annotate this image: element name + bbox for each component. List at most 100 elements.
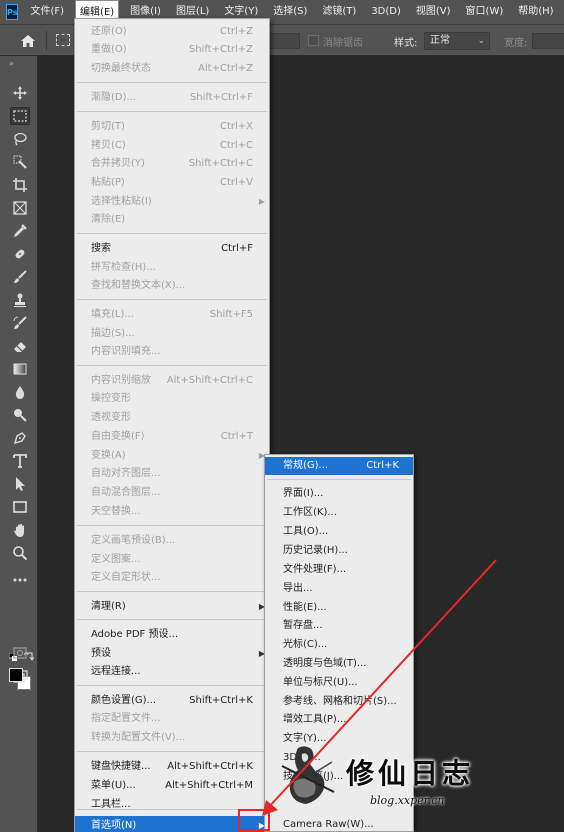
edit-menu-item-34[interactable]: 键盘快捷键... Alt+Shift+Ctrl+K bbox=[75, 758, 269, 775]
edit-menu-item-2[interactable]: 切换最终状态 Alt+Ctrl+Z bbox=[75, 60, 269, 77]
brush-tool-icon[interactable] bbox=[10, 268, 30, 286]
preferences-item-9[interactable]: 光标(C)... bbox=[265, 636, 413, 654]
preferences-item-6[interactable]: 导出... bbox=[265, 580, 413, 598]
width-input[interactable] bbox=[532, 33, 564, 49]
edit-menu-item-15[interactable]: 内容识别填充... bbox=[75, 343, 269, 360]
menu-item-5[interactable]: 选择(S) bbox=[269, 0, 311, 24]
edit-menu-item-24[interactable]: 定义画笔预设(B)... bbox=[75, 532, 269, 549]
edit-menu-item-27[interactable]: 清理(R) ▶ bbox=[75, 598, 269, 615]
preferences-item-4[interactable]: 历史记录(H)... bbox=[265, 542, 413, 560]
antialias-checkbox[interactable] bbox=[308, 35, 319, 46]
edit-menu-item-20[interactable]: 变换(A) ▶ bbox=[75, 447, 269, 464]
zoom-tool-icon[interactable] bbox=[10, 544, 30, 562]
edit-menu-item-14[interactable]: 描边(S)... bbox=[75, 325, 269, 342]
edit-menu-item-22[interactable]: 自动混合图层... bbox=[75, 484, 269, 501]
style-select[interactable]: 正常 ⌄ bbox=[424, 32, 490, 50]
edit-menu-item-25[interactable]: 定义图案... bbox=[75, 551, 269, 568]
edit-menu-item-19[interactable]: 自由变换(F) Ctrl+T bbox=[75, 428, 269, 445]
menu-separator bbox=[77, 685, 267, 686]
pen-tool-icon[interactable] bbox=[10, 429, 30, 447]
edit-menu-item-10[interactable]: 搜索 Ctrl+F bbox=[75, 240, 269, 257]
preferences-item-label: 透明度与色域(T)... bbox=[283, 658, 367, 669]
edit-menu-item-16[interactable]: 内容识别缩放 Alt+Shift+Ctrl+C bbox=[75, 372, 269, 389]
menu-item-9[interactable]: 窗口(W) bbox=[462, 0, 508, 24]
edit-menu-item-4[interactable]: 剪切(T) Ctrl+X bbox=[75, 118, 269, 135]
edit-menu-item-5[interactable]: 拷贝(C) Ctrl+C bbox=[75, 137, 269, 154]
preferences-item-18[interactable]: Camera Raw(W)... bbox=[265, 816, 413, 832]
menu-separator bbox=[77, 525, 267, 526]
dodge-tool-icon[interactable] bbox=[10, 406, 30, 424]
quick-mask-icon[interactable] bbox=[10, 644, 30, 662]
edit-menu-item-0[interactable]: 还原(O) Ctrl+Z bbox=[75, 23, 269, 40]
preferences-item-13[interactable]: 增效工具(P)... bbox=[265, 711, 413, 729]
menu-item-7[interactable]: 3D(D) bbox=[367, 0, 405, 24]
menu-item-0[interactable]: 文件(F) bbox=[26, 0, 68, 24]
edit-menu-item-31[interactable]: 颜色设置(G)... Shift+Ctrl+K bbox=[75, 692, 269, 709]
preferences-item-5[interactable]: 文件处理(F)... bbox=[265, 561, 413, 579]
edit-menu-item-9[interactable]: 清除(E) bbox=[75, 211, 269, 228]
home-icon[interactable] bbox=[20, 34, 36, 48]
eraser-tool-icon[interactable] bbox=[10, 337, 30, 355]
preferences-item-3[interactable]: 工具(O)... bbox=[265, 523, 413, 541]
edit-menu-item-32[interactable]: 指定配置文件... bbox=[75, 710, 269, 727]
preferences-item-12[interactable]: 参考线、网格和切片(S)... bbox=[265, 693, 413, 711]
lasso-tool-icon[interactable] bbox=[10, 130, 30, 148]
edit-menu-item-8[interactable]: 选择性粘贴(I) ▶ bbox=[75, 193, 269, 210]
rectangle-tool-icon[interactable] bbox=[10, 498, 30, 516]
edit-menu-item-28[interactable]: Adobe PDF 预设... bbox=[75, 626, 269, 643]
history-brush-tool-icon[interactable] bbox=[10, 314, 30, 332]
edit-menu-item-35[interactable]: 菜单(U)... Alt+Shift+Ctrl+M bbox=[75, 777, 269, 794]
edit-menu-item-11[interactable]: 拼写检查(H)... bbox=[75, 259, 269, 276]
edit-menu-item-23[interactable]: 天空替换... bbox=[75, 503, 269, 520]
edit-menu-item-18[interactable]: 透视变形 bbox=[75, 409, 269, 426]
edit-menu-item-13[interactable]: 填充(L)... Shift+F5 bbox=[75, 306, 269, 323]
preferences-item-2[interactable]: 工作区(K)... bbox=[265, 504, 413, 522]
edit-menu-item-label: 变换(A) bbox=[91, 450, 126, 461]
edit-menu-item-shortcut: Shift+Ctrl+Z bbox=[188, 44, 253, 55]
more-tools-icon[interactable] bbox=[10, 571, 30, 589]
edit-menu-item-1[interactable]: 重做(O) Shift+Ctrl+Z bbox=[75, 41, 269, 58]
rect-marquee-option-icon[interactable] bbox=[56, 34, 70, 46]
edit-menu-item-29[interactable]: 预设 ▶ bbox=[75, 645, 269, 662]
preferences-item-7[interactable]: 性能(E)... bbox=[265, 599, 413, 617]
type-tool-icon[interactable] bbox=[10, 452, 30, 470]
edit-menu-item-shortcut: Shift+F5 bbox=[209, 309, 253, 320]
healing-brush-tool-icon[interactable] bbox=[10, 245, 30, 263]
edit-menu-item-17[interactable]: 操控变形 bbox=[75, 390, 269, 407]
edit-menu-item-3[interactable]: 渐隐(D)... Shift+Ctrl+F bbox=[75, 89, 269, 106]
edit-menu-item-33[interactable]: 转换为配置文件(V)... bbox=[75, 729, 269, 746]
crop-tool-icon[interactable] bbox=[10, 176, 30, 194]
rect-marquee-tool-icon[interactable] bbox=[10, 107, 30, 125]
preferences-item-1[interactable]: 界面(I)... bbox=[265, 485, 413, 503]
quick-select-tool-icon[interactable] bbox=[10, 153, 30, 171]
preferences-item-8[interactable]: 暂存盘... bbox=[265, 617, 413, 635]
edit-menu-item-label: 定义自定形状... bbox=[91, 572, 161, 583]
preferences-item-10[interactable]: 透明度与色域(T)... bbox=[265, 655, 413, 673]
foreground-color-swatch[interactable] bbox=[9, 668, 23, 682]
menu-item-10[interactable]: 帮助(H) bbox=[514, 0, 557, 24]
hand-tool-icon[interactable] bbox=[10, 521, 30, 539]
clone-stamp-tool-icon[interactable] bbox=[10, 291, 30, 309]
eyedropper-tool-icon[interactable] bbox=[10, 222, 30, 240]
edit-menu-item-26[interactable]: 定义自定形状... bbox=[75, 569, 269, 586]
edit-menu-item-6[interactable]: 合并拷贝(Y) Shift+Ctrl+C bbox=[75, 155, 269, 172]
edit-menu-item-label: 拷贝(C) bbox=[91, 140, 126, 151]
edit-menu-item-label: 填充(L)... bbox=[91, 309, 134, 320]
edit-menu-item-12[interactable]: 查找和替换文本(X)... bbox=[75, 277, 269, 294]
path-selection-tool-icon[interactable] bbox=[10, 475, 30, 493]
menu-item-6[interactable]: 滤镜(T) bbox=[318, 0, 360, 24]
edit-menu-item-30[interactable]: 远程连接... bbox=[75, 663, 269, 680]
frame-tool-icon[interactable] bbox=[10, 199, 30, 217]
edit-menu-item-label: 合并拷贝(Y) bbox=[91, 158, 145, 169]
preferences-item-11[interactable]: 单位与标尺(U)... bbox=[265, 674, 413, 692]
edit-menu-item-21[interactable]: 自动对齐图层... bbox=[75, 465, 269, 482]
gradient-tool-icon[interactable] bbox=[10, 360, 30, 378]
blur-tool-icon[interactable] bbox=[10, 383, 30, 401]
move-tool-icon[interactable] bbox=[10, 84, 30, 102]
menu-item-8[interactable]: 视图(V) bbox=[412, 0, 455, 24]
edit-menu-item-label: 选择性粘贴(I) bbox=[91, 196, 152, 207]
collapse-arrows-icon[interactable]: » bbox=[9, 59, 14, 68]
preferences-item-0[interactable]: 常规(G)... Ctrl+K bbox=[265, 457, 413, 475]
edit-menu-item-7[interactable]: 粘贴(P) Ctrl+V bbox=[75, 174, 269, 191]
edit-menu-item-label: 内容识别填充... bbox=[91, 346, 161, 357]
